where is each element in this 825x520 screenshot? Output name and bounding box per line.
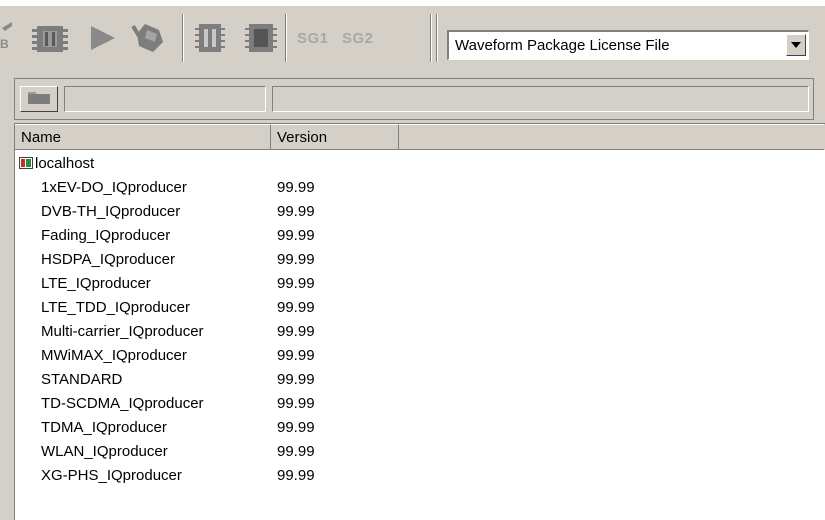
toolbar-separator bbox=[182, 14, 184, 62]
folder-button[interactable] bbox=[20, 86, 58, 112]
item-version: 99.99 bbox=[277, 299, 315, 316]
item-name: STANDARD bbox=[41, 371, 123, 388]
item-version: 99.99 bbox=[277, 371, 315, 388]
list-item[interactable]: LTE_IQproducer 99.99 bbox=[15, 272, 825, 296]
item-name: LTE_IQproducer bbox=[41, 275, 151, 292]
list-item[interactable]: DVB-TH_IQproducer 99.99 bbox=[15, 200, 825, 224]
item-name: TD-SCDMA_IQproducer bbox=[41, 395, 204, 412]
column-header-version[interactable]: Version bbox=[271, 124, 399, 150]
list-item[interactable]: Multi-carrier_IQproducer 99.99 bbox=[15, 320, 825, 344]
column-header-blank bbox=[399, 124, 824, 150]
host-icon bbox=[19, 156, 33, 174]
item-name: DVB-TH_IQproducer bbox=[41, 203, 181, 220]
list-item[interactable]: TDMA_IQproducer 99.99 bbox=[15, 416, 825, 440]
item-version: 99.99 bbox=[277, 251, 315, 268]
host-label: localhost bbox=[35, 155, 95, 172]
item-name: HSDPA_IQproducer bbox=[41, 251, 175, 268]
column-header-name[interactable]: Name bbox=[15, 124, 271, 150]
item-version: 99.99 bbox=[277, 467, 315, 484]
item-name: Multi-carrier_IQproducer bbox=[41, 323, 204, 340]
item-version: 99.99 bbox=[277, 179, 315, 196]
window-top-strip bbox=[0, 0, 825, 6]
partial-tool-icon[interactable]: B bbox=[0, 18, 14, 58]
file-type-select[interactable]: Waveform Package License File bbox=[447, 30, 809, 60]
item-version: 99.99 bbox=[277, 347, 315, 364]
toolbar-separator bbox=[285, 14, 287, 62]
item-name: WLAN_IQproducer bbox=[41, 443, 168, 460]
pen-tool-icon[interactable] bbox=[128, 18, 174, 58]
list-item[interactable]: Fading_IQproducer 99.99 bbox=[15, 224, 825, 248]
list-item[interactable]: WLAN_IQproducer 99.99 bbox=[15, 440, 825, 464]
item-name: LTE_TDD_IQproducer bbox=[41, 299, 190, 316]
toolbar: B SG1 SG2 Waveform Package License File bbox=[0, 8, 825, 70]
item-name: 1xEV-DO_IQproducer bbox=[41, 179, 187, 196]
file-type-select-value: Waveform Package License File bbox=[455, 37, 670, 54]
list-header: Name Version bbox=[15, 124, 825, 150]
item-name: MWiMAX_IQproducer bbox=[41, 347, 187, 364]
list-item[interactable]: STANDARD 99.99 bbox=[15, 368, 825, 392]
item-name: XG-PHS_IQproducer bbox=[41, 467, 182, 484]
sg1-button[interactable]: SG1 bbox=[297, 30, 329, 47]
list-item[interactable]: TD-SCDMA_IQproducer 99.99 bbox=[15, 392, 825, 416]
item-version: 99.99 bbox=[277, 275, 315, 292]
path-field[interactable] bbox=[272, 86, 809, 112]
list-item[interactable]: HSDPA_IQproducer 99.99 bbox=[15, 248, 825, 272]
sg2-button[interactable]: SG2 bbox=[342, 30, 374, 47]
folder-icon bbox=[27, 89, 51, 110]
item-name: TDMA_IQproducer bbox=[41, 419, 167, 436]
play-icon[interactable] bbox=[84, 18, 120, 58]
chevron-down-icon[interactable] bbox=[786, 34, 806, 56]
item-version: 99.99 bbox=[277, 395, 315, 412]
list-item[interactable]: MWiMAX_IQproducer 99.99 bbox=[15, 344, 825, 368]
item-version: 99.99 bbox=[277, 323, 315, 340]
list-item[interactable]: LTE_TDD_IQproducer 99.99 bbox=[15, 296, 825, 320]
item-version: 99.99 bbox=[277, 443, 315, 460]
item-name: Fading_IQproducer bbox=[41, 227, 171, 244]
svg-text:B: B bbox=[0, 37, 9, 51]
pause-icon[interactable] bbox=[192, 18, 228, 58]
chip-icon[interactable] bbox=[28, 18, 72, 58]
list-item[interactable]: XG-PHS_IQproducer 99.99 bbox=[15, 464, 825, 488]
file-list: Name Version localhost 1xEV-DO_IQproduce… bbox=[14, 123, 825, 520]
drive-field[interactable] bbox=[64, 86, 266, 112]
item-version: 99.99 bbox=[277, 203, 315, 220]
item-version: 99.99 bbox=[277, 227, 315, 244]
host-row[interactable]: localhost bbox=[15, 152, 825, 176]
toolbar-separator bbox=[430, 14, 432, 62]
stop-icon[interactable] bbox=[242, 18, 280, 58]
list-item[interactable]: 1xEV-DO_IQproducer 99.99 bbox=[15, 176, 825, 200]
item-version: 99.99 bbox=[277, 419, 315, 436]
toolbar-separator bbox=[436, 14, 438, 62]
